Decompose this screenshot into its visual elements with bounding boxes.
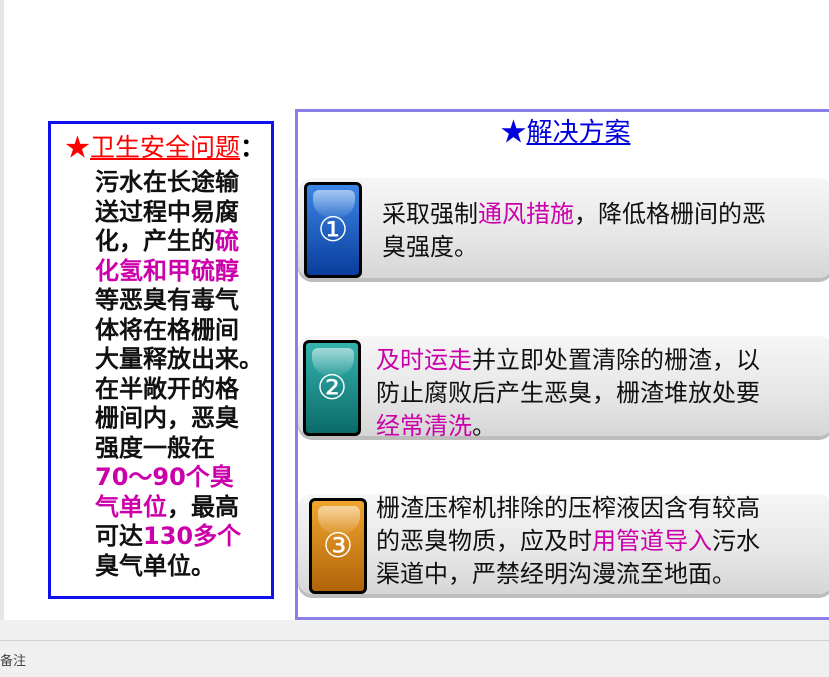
hygiene-body-line: 大量释放出来。 — [95, 345, 275, 375]
badge-2-icon: ② — [303, 340, 361, 436]
hygiene-safety-title: ★卫生安全问题： — [65, 132, 265, 164]
body-text: 污水在长途输 — [95, 168, 239, 196]
body-text: 并立即处置清除的栅渣，以 — [472, 346, 760, 374]
body-text: 。 — [472, 412, 496, 440]
hygiene-body-line: 送过程中易腐 — [95, 198, 275, 228]
hygiene-safety-body: 污水在长途输 送过程中易腐 化，产生的硫 化氢和甲硫醇 等恶臭有毒气 体将在格栅间 大量释放… — [95, 168, 275, 581]
body-text: 栅渣压榨机排除的压榨液因含有较高 — [376, 494, 760, 522]
body-text: ，最高 — [167, 492, 239, 521]
hygiene-body-line: 70～90个臭 — [95, 463, 275, 493]
body-text: 渠道中，严禁经明沟漫流至地面。 — [376, 560, 736, 588]
solutions-title-text: 解决方案 — [526, 118, 631, 148]
solution-item-1: ① 采取强制通风措施，降低格栅间的恶 臭强度。 — [298, 172, 829, 284]
body-text: 防止腐败后产生恶臭，栅渣堆放处要 — [376, 379, 760, 407]
body-text: 体将在格栅间 — [95, 315, 239, 344]
solution-1-line: 臭强度。 — [382, 231, 766, 264]
hygiene-body-line: 臭气单位。 — [95, 552, 275, 582]
hygiene-safety-title-text: 卫生安全问题 — [90, 133, 241, 162]
solution-2-line: 防止腐败后产生恶臭，栅渣堆放处要 — [376, 377, 760, 410]
star-icon: ★ — [500, 118, 527, 148]
body-text: 臭气单位。 — [95, 551, 215, 580]
solution-item-3: ③ 栅渣压榨机排除的压榨液因含有较高 的恶臭物质，应及时用管道导入污水 渠道中，严禁… — [298, 488, 829, 600]
highlight-text: 130多个 — [143, 522, 242, 550]
hygiene-body-line: 可达130多个 — [95, 522, 275, 552]
solution-1-line: 采取强制通风措施，降低格栅间的恶 — [382, 198, 766, 231]
body-text: 栅间内，恶臭 — [95, 404, 239, 432]
badge-1-number: ① — [317, 210, 349, 250]
solution-text-1: 采取强制通风措施，降低格栅间的恶 臭强度。 — [382, 198, 766, 264]
hygiene-body-line: 体将在格栅间 — [95, 316, 275, 346]
body-text: 强度一般在 — [95, 433, 215, 462]
highlight-text: 化氢和甲硫醇 — [95, 256, 239, 285]
slide-canvas[interactable]: ★卫生安全问题： 污水在长途输 送过程中易腐 化，产生的硫 化氢和甲硫醇 等恶臭有毒气体… — [4, 0, 829, 620]
hygiene-body-line: 污水在长途输 — [95, 168, 275, 198]
solutions-title: ★解决方案 — [298, 116, 829, 150]
body-text: 采取强制 — [382, 200, 478, 228]
hygiene-body-line: 化，产生的硫 — [95, 227, 275, 257]
badge-2-number: ② — [316, 368, 348, 408]
body-text: 化，产生的 — [95, 227, 215, 255]
hygiene-body-line: 化氢和甲硫醇 — [95, 257, 275, 287]
solutions-box: ★解决方案 ① 采取强制通风措施，降低格栅间的恶 臭强度。 ② 及时运走并立即处置… — [295, 109, 829, 620]
highlight-text: 经常清洗 — [376, 412, 472, 440]
solution-3-line: 的恶臭物质，应及时用管道导入污水 — [376, 525, 760, 558]
solution-2-line: 经常清洗。 — [376, 410, 760, 443]
hygiene-body-line: 在半敞开的格 — [95, 375, 275, 405]
hygiene-body-line: 等恶臭有毒气 — [95, 286, 275, 316]
highlight-text: 及时运走 — [376, 346, 472, 374]
body-text: 的恶臭物质，应及时 — [376, 527, 592, 555]
body-text: ，降低格栅间的恶 — [574, 200, 766, 228]
badge-3-icon: ③ — [309, 498, 367, 594]
highlight-text: 通风措施 — [478, 200, 574, 228]
title-colon: ： — [240, 133, 266, 162]
star-icon: ★ — [65, 133, 91, 162]
highlight-text: 硫 — [215, 227, 239, 255]
badge-1-icon: ① — [304, 182, 362, 278]
highlight-text: 气单位 — [95, 492, 167, 521]
body-text: 臭强度。 — [382, 233, 478, 261]
solution-text-2: 及时运走并立即处置清除的栅渣，以 防止腐败后产生恶臭，栅渣堆放处要 经常清洗。 — [376, 344, 760, 443]
hygiene-body-line: 栅间内，恶臭 — [95, 404, 275, 434]
solution-3-line: 渠道中，严禁经明沟漫流至地面。 — [376, 558, 760, 591]
body-text: 送过程中易腐 — [95, 197, 239, 226]
body-text: 可达 — [95, 522, 143, 550]
hygiene-body-line: 气单位，最高 — [95, 493, 275, 523]
body-text: 污水 — [712, 527, 760, 555]
solution-item-2: ② 及时运走并立即处置清除的栅渣，以 防止腐败后产生恶臭，栅渣堆放处要 经常清洗。 — [298, 330, 829, 442]
notes-label: 备注 — [0, 654, 27, 669]
body-text: 大量释放出来。 — [95, 345, 263, 373]
hygiene-safety-box: ★卫生安全问题： 污水在长途输 送过程中易腐 化，产生的硫 化氢和甲硫醇 等恶臭有毒气体… — [48, 121, 274, 599]
highlight-text: 用管道导入 — [592, 527, 712, 555]
notes-pane[interactable] — [0, 640, 829, 677]
highlight-text: 70～90个臭 — [95, 463, 234, 491]
hygiene-body-line: 强度一般在 — [95, 434, 275, 464]
solution-text-3: 栅渣压榨机排除的压榨液因含有较高 的恶臭物质，应及时用管道导入污水 渠道中，严禁经明… — [376, 492, 760, 591]
body-text: 等恶臭有毒气 — [95, 286, 239, 314]
badge-3-number: ③ — [322, 526, 354, 566]
solution-2-line: 及时运走并立即处置清除的栅渣，以 — [376, 344, 760, 377]
solution-3-line: 栅渣压榨机排除的压榨液因含有较高 — [376, 492, 760, 525]
body-text: 在半敞开的格 — [95, 374, 239, 403]
